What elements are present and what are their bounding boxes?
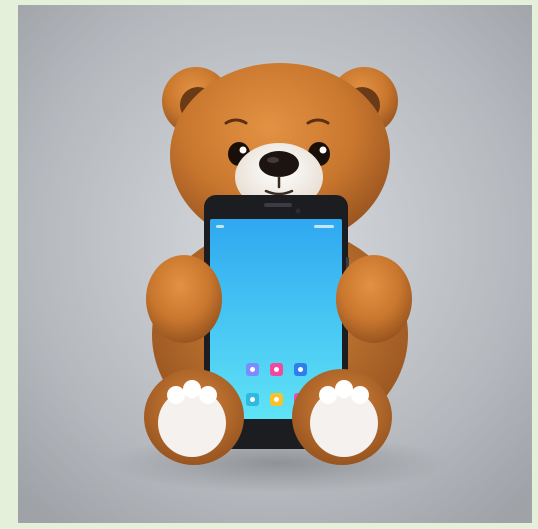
phone-speaker	[264, 203, 292, 207]
app-icon-glyph	[274, 367, 279, 372]
bear-photo	[18, 5, 532, 523]
share-icon-glyph	[298, 367, 303, 372]
nose	[259, 151, 299, 177]
left-arm	[146, 255, 222, 343]
gallery-icon-glyph	[250, 367, 255, 372]
bear-illustration	[18, 5, 532, 523]
right-arm	[336, 255, 412, 343]
status-bar-time	[216, 225, 224, 228]
settings-icon-glyph	[250, 397, 255, 402]
grid-icon-glyph	[274, 397, 279, 402]
phone-camera	[295, 208, 301, 214]
left-leg	[144, 369, 244, 465]
page-frame	[0, 0, 538, 529]
right-leg	[292, 369, 392, 465]
status-bar-icons	[314, 225, 334, 228]
